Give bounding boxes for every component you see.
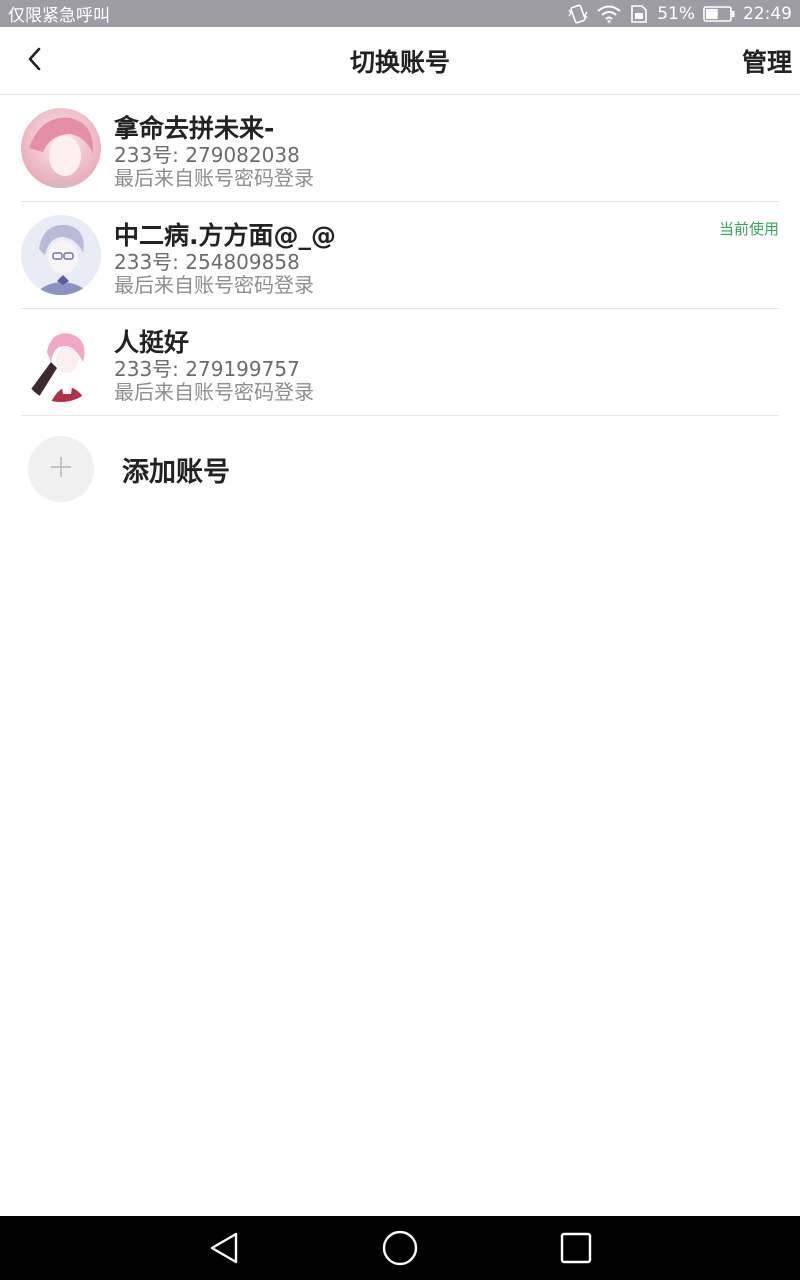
avatar — [21, 108, 101, 188]
status-icons: 51% 22:49 — [567, 4, 792, 24]
clock: 22:49 — [743, 3, 792, 24]
triangle-back-icon — [206, 1232, 242, 1270]
account-row[interactable]: 人挺好 233号: 279199757 最后来自账号密码登录 — [21, 309, 779, 416]
square-recents-icon — [558, 1232, 594, 1270]
system-home-button[interactable] — [382, 1230, 418, 1266]
vibrate-icon — [567, 4, 589, 24]
system-back-button[interactable] — [206, 1230, 242, 1266]
avatar — [21, 215, 101, 295]
current-account-badge: 当前使用 — [718, 220, 779, 238]
page-title: 切换账号 — [349, 48, 450, 77]
manage-button[interactable]: 管理 — [742, 27, 792, 95]
header: 切换账号 管理 — [0, 27, 800, 95]
login-method: 最后来自账号密码登录 — [114, 380, 314, 404]
add-account-circle[interactable] — [28, 436, 94, 502]
circle-home-icon — [382, 1230, 418, 1270]
wifi-icon — [597, 5, 621, 23]
battery-icon — [703, 5, 735, 23]
account-row[interactable]: 拿命去拼未来- 233号: 279082038 最后来自账号密码登录 — [21, 95, 779, 202]
back-button[interactable] — [18, 45, 50, 77]
add-account-label: 添加账号 — [122, 456, 230, 488]
login-method: 最后来自账号密码登录 — [114, 166, 314, 190]
plus-icon — [49, 455, 73, 483]
avatar — [21, 322, 101, 402]
status-bar: 仅限紧急呼叫 51% 22:49 — [0, 0, 800, 27]
account-row[interactable]: 中二病.方方面@_@ 233号: 254809858 最后来自账号密码登录 当前… — [21, 202, 779, 309]
sim-icon — [629, 4, 649, 24]
chevron-left-icon — [24, 45, 44, 77]
login-method: 最后来自账号密码登录 — [114, 273, 314, 297]
battery-percent: 51% — [657, 3, 695, 24]
add-account-button[interactable]: 添加账号 — [28, 436, 428, 502]
account-list: 拿命去拼未来- 233号: 279082038 最后来自账号密码登录 中二病.方… — [0, 95, 800, 416]
system-recents-button[interactable] — [558, 1230, 594, 1266]
system-nav-bar — [0, 1216, 800, 1280]
carrier-text: 仅限紧急呼叫 — [8, 6, 110, 26]
